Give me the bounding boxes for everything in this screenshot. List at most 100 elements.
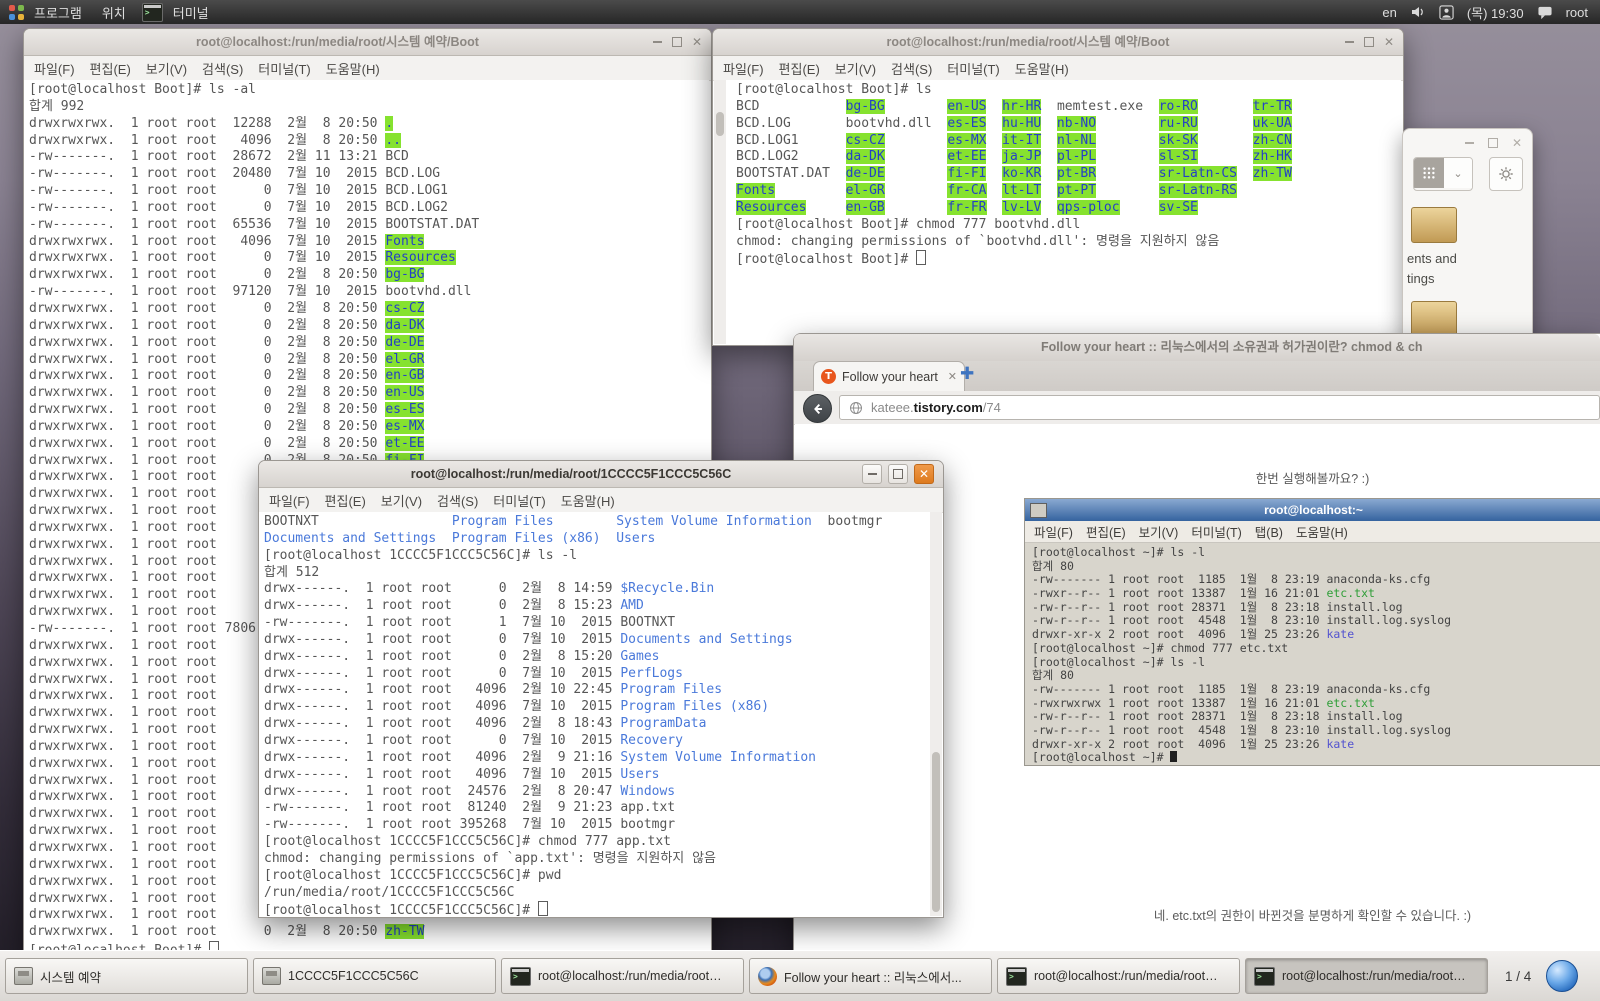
- menu-item[interactable]: 파일(F): [723, 59, 764, 78]
- menu-item[interactable]: 터미널(T): [258, 59, 310, 78]
- titlebar[interactable]: root@localhost:/run/media/root/1CCCC5F1C…: [259, 461, 943, 488]
- menu-item[interactable]: 편집(E): [90, 59, 131, 78]
- menu-item[interactable]: 도움말(H): [326, 59, 380, 78]
- maximize-icon[interactable]: [1488, 138, 1498, 148]
- url-bar[interactable]: kateee.tistory.com/74: [839, 395, 1600, 420]
- menu-item[interactable]: 도움말(H): [1015, 59, 1069, 78]
- menu-item[interactable]: 파일(F): [1034, 522, 1073, 541]
- volume-icon[interactable]: [1410, 4, 1426, 20]
- taskbar-item-terminal-3[interactable]: root@localhost:/run/media/root…: [1245, 958, 1488, 994]
- terminal-line: BOOTNXT Program Files System Volume Info…: [264, 514, 930, 531]
- chevron-down-icon[interactable]: ⌄: [1444, 158, 1472, 188]
- grid-view-icon[interactable]: [1414, 158, 1444, 188]
- titlebar[interactable]: Follow your heart :: 리눅스에서의 소유권과 허가권이란? …: [794, 334, 1600, 362]
- terminal-line: Resources en-GB fr-FR lv-LV qps-ploc sv-…: [736, 200, 1401, 217]
- gear-button[interactable]: [1489, 157, 1523, 191]
- menu-item[interactable]: 검색(S): [891, 59, 932, 78]
- terminal-line: drwxrwxrwx. 1 root root 4096 2월 8 20:50 …: [29, 133, 709, 150]
- menu-item[interactable]: 파일(F): [269, 491, 310, 510]
- menu-item[interactable]: 보기(V): [835, 59, 876, 78]
- terminal-line: [root@localhost Boot]# ls -al: [29, 82, 709, 99]
- terminal-line: -rw-------. 1 root root 0 7월 10 2015 BCD…: [29, 200, 709, 217]
- minimize-icon[interactable]: [1345, 41, 1354, 43]
- window-title: root@localhost:/run/media/root/시스템 예약/Bo…: [54, 29, 621, 55]
- terminal-line: drwx------. 1 root root 0 7월 10 2015 Rec…: [264, 733, 930, 750]
- menu-item[interactable]: 터미널(T): [1191, 522, 1241, 541]
- terminal-line: drwxrwxrwx. 1 root root 12288 2월 8 20:50…: [29, 116, 709, 133]
- chat-icon[interactable]: [1537, 5, 1553, 20]
- menu-item[interactable]: 보기(V): [146, 59, 187, 78]
- keyboard-layout-indicator[interactable]: en: [1382, 5, 1396, 20]
- menubar: 파일(F) 편집(E) 보기(V) 검색(S) 터미널(T) 도움말(H): [259, 488, 943, 513]
- menu-item[interactable]: 파일(F): [34, 59, 75, 78]
- active-app-menu[interactable]: 터미널: [173, 3, 209, 22]
- menu-item[interactable]: 보기(V): [1139, 522, 1179, 541]
- menu-item[interactable]: 보기(V): [381, 491, 422, 510]
- view-toggle[interactable]: ⌄: [1413, 157, 1473, 191]
- terminal-output[interactable]: [root@localhost Boot]# lsBCD bg-BG en-US…: [726, 80, 1401, 344]
- close-button[interactable]: ✕: [914, 464, 934, 484]
- taskbar-item-terminal-1[interactable]: root@localhost:/run/media/root…: [501, 958, 744, 994]
- file-manager-window: ✕ ⌄ ents and tings: [1402, 128, 1533, 348]
- minimize-icon[interactable]: [653, 41, 662, 43]
- minimize-icon[interactable]: [1465, 142, 1474, 144]
- titlebar[interactable]: root@localhost:/run/media/root/시스템 예약/Bo…: [713, 29, 1403, 56]
- maximize-button[interactable]: [888, 464, 908, 484]
- menu-item[interactable]: 도움말(H): [561, 491, 615, 510]
- terminal-line: [root@localhost 1CCCC5F1CCC5C56C]# ls -l: [264, 548, 930, 565]
- maximize-icon[interactable]: [1364, 37, 1374, 47]
- menu-item[interactable]: 터미널(T): [947, 59, 999, 78]
- terminal-app-icon[interactable]: [142, 3, 163, 22]
- menu-item[interactable]: 편집(E): [779, 59, 820, 78]
- applications-menu[interactable]: 프로그램: [34, 3, 82, 22]
- user-menu[interactable]: root: [1566, 5, 1588, 20]
- minimize-button[interactable]: [862, 464, 882, 484]
- tab-close-icon[interactable]: ✕: [948, 371, 957, 382]
- terminal-line: chmod: changing permissions of `bootvhd.…: [736, 234, 1401, 251]
- folder-icon[interactable]: [1411, 301, 1457, 337]
- terminal-window-ntfs: root@localhost:/run/media/root/1CCCC5F1C…: [258, 460, 944, 918]
- terminal-line: drwx------. 1 root root 4096 2월 10 22:45…: [264, 682, 930, 699]
- browser-tab[interactable]: T Follow your heart :: ... ✕: [813, 361, 965, 391]
- menu-item[interactable]: 편집(E): [1086, 522, 1126, 541]
- menu-item[interactable]: 탭(B): [1255, 522, 1283, 541]
- taskbar-item-system-reserved[interactable]: 시스템 예약: [5, 958, 248, 994]
- terminal-line: drwx------. 1 root root 0 2월 8 14:59 $Re…: [264, 581, 930, 598]
- menu-item[interactable]: 터미널(T): [493, 491, 545, 510]
- menu-item[interactable]: 검색(S): [202, 59, 243, 78]
- notification-sphere-icon[interactable]: [1546, 960, 1578, 992]
- scrollbar[interactable]: [929, 512, 942, 916]
- menu-item[interactable]: 도움말(H): [1296, 522, 1348, 541]
- close-icon[interactable]: ✕: [1512, 137, 1522, 149]
- menu-item[interactable]: 검색(S): [437, 491, 478, 510]
- terminal-output[interactable]: BOOTNXT Program Files System Volume Info…: [259, 512, 930, 916]
- embedded-terminal-screenshot: root@localhost:~ 파일(F)편집(E)보기(V)터미널(T)탭(…: [1024, 498, 1600, 766]
- taskbar-item-ntfs-volume[interactable]: 1CCCC5F1CCC5C56C: [253, 958, 496, 994]
- menu-item[interactable]: 편집(E): [325, 491, 366, 510]
- terminal-line: -rw-r--r-- 1 root root 4548 1월 8 23:10 i…: [1032, 724, 1600, 738]
- applications-menu-icon[interactable]: [9, 5, 24, 20]
- window-title: root@localhost:/run/media/root/1CCCC5F1C…: [289, 461, 853, 487]
- taskbar-item-terminal-2[interactable]: root@localhost:/run/media/root…: [997, 958, 1240, 994]
- back-button[interactable]: [803, 394, 832, 423]
- window-title: Follow your heart :: 리눅스에서의 소유권과 허가권이란? …: [1041, 334, 1423, 361]
- terminal-line: -rw-------. 1 root root 1 7월 10 2015 BOO…: [264, 615, 930, 632]
- maximize-icon[interactable]: [672, 37, 682, 47]
- terminal-line: [root@localhost 1CCCC5F1CCC5C56C]# pwd: [264, 868, 930, 885]
- terminal-line: -rw-------. 1 root root 20480 7월 10 2015…: [29, 166, 709, 183]
- new-tab-icon[interactable]: ✚: [960, 366, 974, 383]
- workspace-indicator[interactable]: 1 / 4: [1505, 969, 1531, 984]
- terminal-line: [root@localhost ~]# chmod 777 etc.txt: [1032, 642, 1600, 656]
- clock[interactable]: (목) 19:30: [1467, 3, 1524, 22]
- taskbar-item-firefox[interactable]: Follow your heart :: 리눅스에서...: [749, 958, 992, 994]
- close-icon[interactable]: ✕: [692, 36, 702, 48]
- terminal-line: drwx------. 1 root root 4096 7월 10 2015 …: [264, 767, 930, 784]
- user-applet-icon[interactable]: [1439, 5, 1454, 20]
- places-menu[interactable]: 위치: [102, 3, 126, 22]
- terminal-window-boot-right: root@localhost:/run/media/root/시스템 예약/Bo…: [712, 28, 1404, 346]
- titlebar[interactable]: root@localhost:/run/media/root/시스템 예약/Bo…: [24, 29, 711, 56]
- close-icon[interactable]: ✕: [1384, 36, 1394, 48]
- maximize-icon: [893, 469, 903, 479]
- folder-icon[interactable]: [1411, 207, 1457, 243]
- close-icon: ✕: [919, 468, 929, 480]
